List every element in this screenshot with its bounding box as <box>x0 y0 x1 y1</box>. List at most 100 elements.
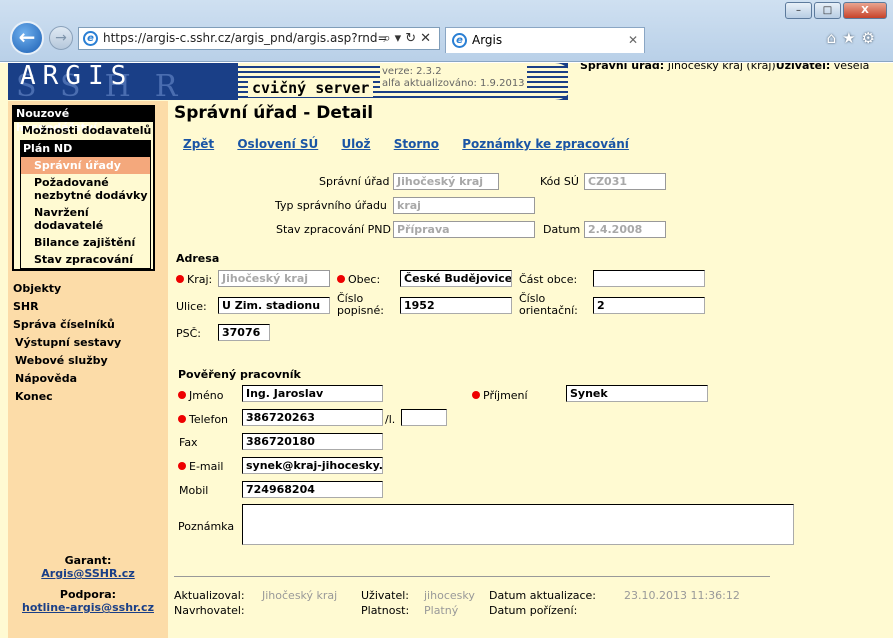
stav-field[interactable]: Příprava <box>393 221 535 238</box>
submenu-plan-nd: Plán ND Správní úřady Požadované nezbytn… <box>20 140 151 269</box>
action-bar: Zpět Oslovení SÚ Ulož Storno Poznámky ke… <box>183 137 648 151</box>
uzivatel-label: Uživatel: <box>361 589 409 602</box>
sidebar-link-shr[interactable]: SHR <box>13 300 39 313</box>
osloveni-link[interactable]: Oslovení SÚ <box>237 137 318 151</box>
version-text: verze: 2.3.2 <box>382 66 442 77</box>
email-label-wrap: E-mail <box>178 460 224 473</box>
psc-field[interactable]: 37076 <box>218 324 270 341</box>
maximize-button[interactable]: □ <box>814 2 841 19</box>
footer-divider <box>174 576 770 577</box>
close-window-button[interactable]: X <box>843 2 887 19</box>
cp-field[interactable]: 1952 <box>400 297 512 314</box>
tel-ext-label: /l. <box>385 413 396 426</box>
fax-field[interactable]: 386720180 <box>242 433 383 450</box>
required-dot-icon <box>178 415 186 423</box>
co-label-line2: orientační: <box>519 304 578 317</box>
menu-item-spravni-urady[interactable]: Správní úřady <box>21 157 150 174</box>
address-section-title: Adresa <box>176 252 220 265</box>
garant-email-link[interactable]: Argis@SSHR.cz <box>41 567 134 580</box>
sidebar-link-webove-sluzby[interactable]: Webové služby <box>15 354 108 367</box>
required-dot-icon <box>178 462 186 470</box>
save-link[interactable]: Ulož <box>341 137 370 151</box>
address-bar[interactable]: e https://argis-c.sshr.cz/argis_pnd/argi… <box>78 27 440 50</box>
address-tools-icon[interactable]: ⌕▾↻✕ <box>383 28 435 49</box>
kraj-label: Kraj: <box>187 273 213 286</box>
stav-label: Stav zpracování PND <box>276 223 391 236</box>
mobil-field[interactable]: 724968204 <box>242 481 383 498</box>
person-section-title: Pověřený pracovník <box>178 368 301 381</box>
updated-text: alfa aktualizováno: 1.9.2013 <box>382 78 525 89</box>
back-arrow-icon[interactable]: ← <box>10 21 44 55</box>
prijmeni-field[interactable]: Synek <box>566 385 708 402</box>
window-controls: – □ X <box>783 2 887 19</box>
sidebar-link-objekty[interactable]: Objekty <box>13 282 61 295</box>
psc-label: PSČ: <box>176 327 202 340</box>
ie-logo-icon: e <box>83 31 98 46</box>
datum-akt-label: Datum aktualizace: <box>489 589 596 602</box>
prijmeni-label: Příjmení <box>483 389 528 402</box>
co-field[interactable]: 2 <box>593 297 705 314</box>
minimize-button[interactable]: – <box>785 2 812 19</box>
header-info: Správní úřad: Jihočeský kraj (kraj)Uživa… <box>580 63 869 72</box>
browser-tab[interactable]: e Argis ✕ <box>445 27 645 53</box>
support-email: hotline-argis@sshr.cz <box>8 601 168 614</box>
sidebar: Nouzové hospodářství Možnosti dodavatelů… <box>8 101 168 638</box>
obec-label-wrap: Obec: <box>337 273 380 286</box>
fax-label: Fax <box>179 436 198 449</box>
note-textarea[interactable] <box>242 504 794 545</box>
aktualizoval-value: Jihočeský kraj <box>262 589 338 602</box>
obec-field[interactable]: České Budějovice <box>400 270 512 287</box>
notes-link[interactable]: Poznámky ke zpracování <box>462 137 629 151</box>
kod-label: Kód SÚ <box>540 175 579 188</box>
jmeno-label-wrap: Jméno <box>178 389 223 402</box>
required-dot-icon <box>178 391 186 399</box>
typ-field[interactable]: kraj <box>393 197 535 214</box>
garant-email: Argis@SSHR.cz <box>8 567 168 580</box>
office-value: Jihočeský kraj (kraj) <box>667 63 776 72</box>
menu-box: Nouzové hospodářství Možnosti dodavatelů… <box>12 105 155 271</box>
su-field[interactable]: Jihočeský kraj <box>393 173 499 190</box>
tel-label-wrap: Telefon <box>178 413 228 426</box>
menu-item-moznosti[interactable]: Možnosti dodavatelů <box>14 122 153 140</box>
cast-obce-label: Část obce: <box>519 273 578 286</box>
sidebar-link-napoveda[interactable]: Nápověda <box>15 372 77 385</box>
page: SSHR ARGIS cvičný server verze: 2.3.2 al… <box>0 63 893 638</box>
required-dot-icon <box>337 275 345 283</box>
prijmeni-label-wrap: Příjmení <box>472 389 528 402</box>
app-banner: SSHR ARGIS cvičný server verze: 2.3.2 al… <box>8 63 568 100</box>
cast-obce-field[interactable] <box>593 270 705 287</box>
tel-field[interactable]: 386720263 <box>242 409 383 426</box>
forward-arrow-icon[interactable]: → <box>49 26 73 50</box>
menu-item-bilance[interactable]: Bilance zajištění <box>21 234 150 251</box>
menu-item-stav[interactable]: Stav zpracování <box>21 251 150 268</box>
datum-field[interactable]: 2.4.2008 <box>584 221 666 238</box>
ulice-label: Ulice: <box>176 300 207 313</box>
menu-group-nouzove[interactable]: Nouzové hospodářství <box>14 107 153 134</box>
kraj-field[interactable]: Jihočeský kraj <box>218 270 330 287</box>
cancel-link[interactable]: Storno <box>394 137 439 151</box>
user-value: vesela <box>833 63 870 72</box>
menu-group-plan-nd[interactable]: Plán ND <box>21 141 150 157</box>
sidebar-link-sprava-ciselniku[interactable]: Správa číselníků <box>13 318 115 331</box>
tab-title: Argis <box>472 33 503 47</box>
browser-toolbar-icons[interactable]: ⌂★⚙ <box>827 29 881 47</box>
jmeno-field[interactable]: Ing. Jaroslav <box>242 385 383 402</box>
user-label: Uživatel: <box>775 63 831 72</box>
email-field[interactable]: synek@kraj-jihocesky.cz <box>242 457 383 474</box>
cp-label-line2: popisné: <box>337 304 384 317</box>
browser-chrome: – □ X ← → e https://argis-c.sshr.cz/argi… <box>0 0 893 62</box>
typ-label: Typ správního úřadu <box>275 199 387 212</box>
kraj-label-wrap: Kraj: <box>176 273 212 286</box>
tel-ext-field[interactable] <box>401 409 447 426</box>
back-link[interactable]: Zpět <box>183 137 214 151</box>
address-url: https://argis-c.sshr.cz/argis_pnd/argis.… <box>103 31 388 45</box>
datum-label: Datum <box>543 223 581 236</box>
sidebar-link-konec[interactable]: Konec <box>15 390 53 403</box>
support-email-link[interactable]: hotline-argis@sshr.cz <box>22 601 154 614</box>
menu-item-navrzeni[interactable]: Navržení dodavatelé <box>21 204 150 234</box>
kod-field[interactable]: CZ031 <box>584 173 666 190</box>
ulice-field[interactable]: U Zim. stadionu <box>218 297 330 314</box>
menu-item-pozadovane[interactable]: Požadované nezbytné dodávky <box>21 174 150 204</box>
sidebar-link-vystupni-sestavy[interactable]: Výstupní sestavy <box>15 336 121 349</box>
tab-close-icon[interactable]: ✕ <box>628 28 638 53</box>
